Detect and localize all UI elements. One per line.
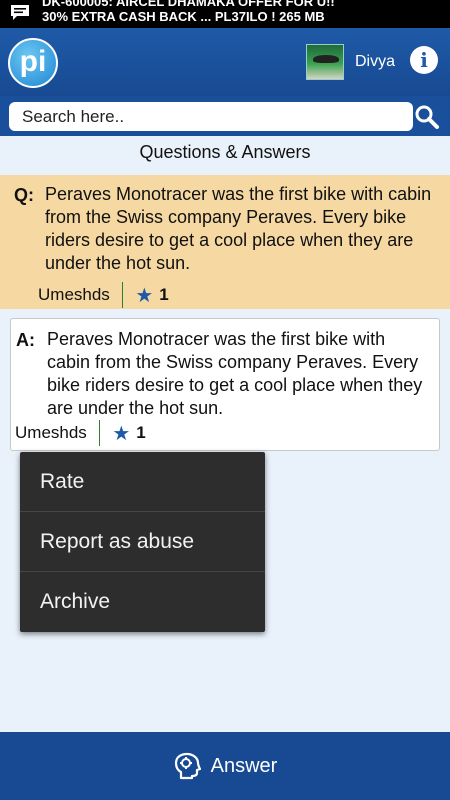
app-header: pi Divya i	[0, 28, 450, 96]
question-author[interactable]: Umeshds	[38, 285, 110, 305]
answer-rating: 1	[136, 423, 146, 442]
menu-item-archive[interactable]: Archive	[20, 572, 265, 632]
ticker-line-1: DK-600005: AIRCEL DHAMAKA OFFER FOR U!!	[42, 0, 335, 9]
divider	[121, 282, 124, 308]
bottom-bar: Answer	[0, 732, 450, 800]
status-bar: DK-600005: AIRCEL DHAMAKA OFFER FOR U!! …	[0, 0, 450, 28]
answer-text: Peraves Monotracer was the first bike wi…	[47, 329, 423, 418]
answer-author[interactable]: Umeshds	[15, 423, 87, 443]
answer-button-label: Answer	[210, 754, 278, 777]
page-title: Questions & Answers	[139, 142, 311, 162]
message-icon	[11, 5, 29, 20]
app-logo[interactable]: pi	[8, 38, 58, 88]
answer-button[interactable]: Answer	[0, 732, 450, 800]
search-icon[interactable]	[414, 104, 440, 130]
star-icon[interactable]: ★	[112, 421, 130, 446]
answer-card[interactable]: A: Peraves Monotracer was the first bike…	[10, 318, 440, 451]
head-icon	[174, 752, 201, 780]
menu-item-report-abuse[interactable]: Report as abuse	[20, 512, 265, 572]
avatar-image	[313, 55, 339, 63]
notification-ticker: DK-600005: AIRCEL DHAMAKA OFFER FOR U!! …	[42, 0, 442, 24]
question-prefix: Q:	[14, 185, 34, 205]
question-card[interactable]: Q: Peraves Monotracer was the first bike…	[0, 175, 450, 309]
star-icon[interactable]: ★	[135, 283, 153, 308]
search-bar	[0, 96, 450, 136]
avatar[interactable]	[306, 44, 344, 80]
answer-meta: Umeshds ★ 1	[15, 420, 146, 446]
search-input[interactable]	[9, 102, 413, 131]
divider	[98, 420, 101, 446]
question-text: Peraves Monotracer was the first bike wi…	[45, 184, 432, 273]
username[interactable]: Divya	[355, 53, 395, 71]
question-meta: Umeshds ★ 1	[38, 282, 169, 308]
ticker-line-2: 30% EXTRA CASH BACK ... PL37ILO ! 265 MB	[42, 9, 325, 24]
context-menu: Rate Report as abuse Archive	[20, 452, 265, 632]
question-rating: 1	[159, 285, 169, 304]
answer-prefix: A:	[16, 330, 35, 350]
info-icon[interactable]: i	[410, 46, 438, 74]
menu-item-rate[interactable]: Rate	[20, 452, 265, 512]
